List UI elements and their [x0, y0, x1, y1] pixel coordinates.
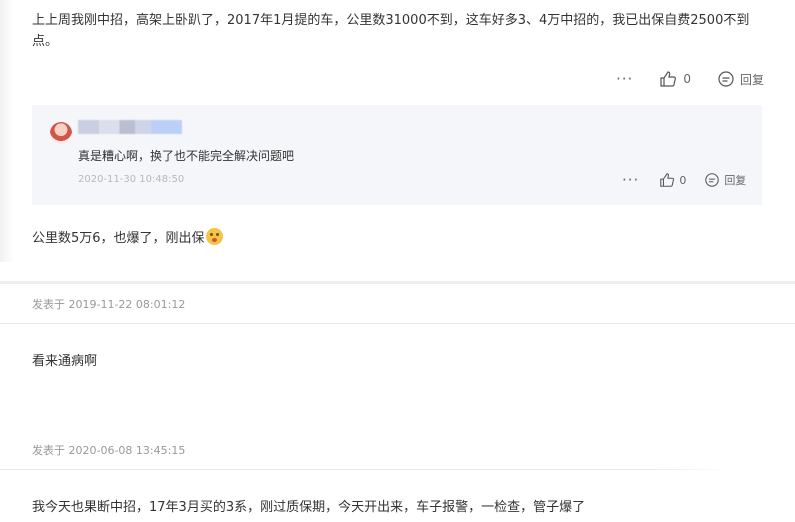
- comment-content: 公里数5万6，也爆了，刚出保: [32, 227, 223, 246]
- reply-button[interactable]: 回复: [704, 172, 746, 188]
- divider: [0, 281, 795, 284]
- post-timestamp: 发表于 2019-11-22 08:01:12: [32, 298, 186, 311]
- comment-icon: [718, 71, 734, 87]
- comment-content: 我今天也果断中招，17年3月买的3系，刚过质保期，今天开出来，车子报警，一检查，…: [32, 500, 586, 515]
- post-actions: ··· 0 回复: [616, 70, 764, 88]
- post-timestamp: 发表于 2020-06-08 13:45:15: [32, 444, 186, 457]
- like-button[interactable]: 0: [659, 70, 691, 88]
- reply-timestamp: 2020-11-30 10:48:50: [78, 174, 185, 185]
- like-button[interactable]: 0: [659, 172, 686, 188]
- avatar[interactable]: [50, 122, 72, 144]
- reply-button[interactable]: 回复: [717, 70, 764, 88]
- like-count: 0: [683, 72, 691, 86]
- reply-content: 真是糟心啊，换了也不能完全解决问题吧: [78, 149, 295, 163]
- like-count: 0: [679, 173, 687, 187]
- more-options-icon[interactable]: ···: [616, 70, 633, 88]
- comment-content: 看来通病啊: [32, 354, 98, 369]
- thumbs-up-icon: [660, 173, 675, 187]
- more-options-icon[interactable]: ···: [622, 171, 639, 189]
- flushed-face-emoji-icon: [205, 228, 223, 245]
- reply-label: 回复: [724, 174, 747, 187]
- comment-icon: [705, 173, 720, 187]
- post-content: 上上周我刚中招，高架上卧趴了，2017年1月提的车，公里数31000不到，这车好…: [32, 13, 750, 49]
- card-shadow: [0, 0, 14, 262]
- reply-actions: ··· 0 回复: [622, 171, 746, 189]
- reply-label: 回复: [739, 72, 764, 87]
- username-blurred[interactable]: [78, 120, 182, 134]
- reply-box: 真是糟心啊，换了也不能完全解决问题吧 2020-11-30 10:48:50 ·…: [32, 105, 762, 205]
- divider: [0, 323, 795, 324]
- fade-overlay: [635, 462, 795, 522]
- thumbs-up-icon: [660, 71, 677, 87]
